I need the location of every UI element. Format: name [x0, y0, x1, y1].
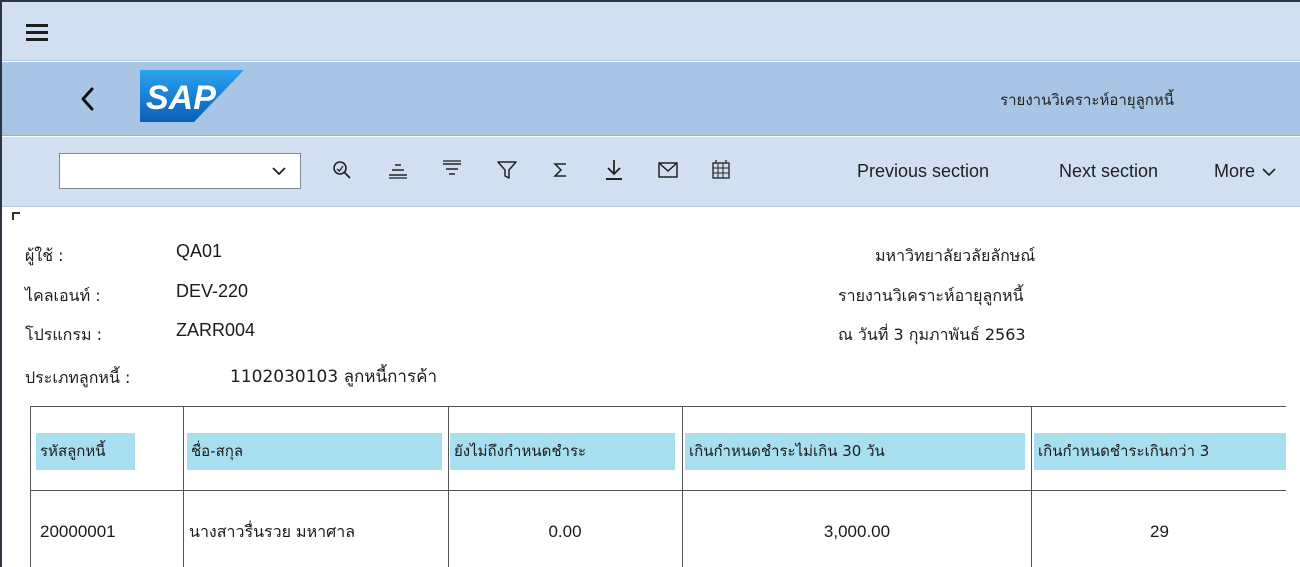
report-date: ณ วันที่ 3 กุมภาพันธ์ 2563: [838, 325, 1026, 344]
table-cell-debtor-code: 20000001: [40, 512, 178, 552]
menu-bar: [2, 2, 1300, 61]
debtor-type-label: ประเภทลูกหนี้ :: [25, 368, 131, 387]
table-cell-overdue-over: 29: [1033, 512, 1286, 552]
logo-text: SAP: [146, 79, 216, 117]
sort-descending-icon[interactable]: [440, 157, 464, 183]
user-value: QA01: [176, 241, 223, 261]
find-icon[interactable]: [330, 157, 354, 183]
filter-icon[interactable]: [495, 157, 519, 183]
column-header-debtor-code[interactable]: รหัสลูกหนี้: [36, 433, 135, 470]
program-label: โปรแกรม :: [25, 325, 102, 344]
report-title: รายงานวิเคราะห์อายุลูกหนี้: [838, 286, 1024, 305]
client-label: ไคลเอนท์ :: [25, 286, 101, 305]
organization-name: มหาวิทยาลัยวลัยลักษณ์: [875, 246, 1036, 265]
more-button[interactable]: More: [1214, 161, 1276, 182]
user-label: ผู้ใช้ :: [25, 246, 64, 265]
corner-mark: [12, 212, 20, 220]
program-value: ZARR004: [176, 320, 256, 340]
column-divider: [682, 406, 683, 567]
sap-logo: SAP: [140, 70, 244, 122]
hamburger-menu-icon[interactable]: [26, 24, 48, 42]
download-icon[interactable]: [602, 157, 626, 183]
application-toolbar: Previous section Next section More: [2, 137, 1300, 207]
column-divider: [448, 406, 449, 567]
page-title: รายงานวิเคราะห์อายุลูกหนี้: [1000, 91, 1174, 109]
table-top-border: [30, 406, 1286, 407]
chevron-down-icon: [1262, 168, 1276, 177]
column-divider: [1031, 406, 1032, 567]
column-divider: [30, 406, 31, 567]
mail-icon[interactable]: [656, 157, 680, 183]
column-header-overdue-30[interactable]: เกินกำหนดชำระไม่เกิน 30 วัน: [685, 433, 1025, 470]
sort-ascending-icon[interactable]: [386, 157, 410, 183]
column-header-not-due[interactable]: ยังไม่ถึงกำหนดชำระ: [450, 433, 675, 470]
title-bar: SAP รายงานวิเคราะห์อายุลูกหนี้: [2, 62, 1300, 136]
layout-select[interactable]: [59, 153, 301, 189]
client-value: DEV-220: [176, 281, 249, 301]
next-section-button[interactable]: Next section: [1059, 161, 1158, 182]
column-divider: [183, 406, 184, 567]
debtor-type-value: 1102030103 ลูกหนี้การค้า: [230, 367, 437, 387]
more-label: More: [1214, 161, 1256, 181]
table-cell-overdue-30: 3,000.00: [684, 512, 1030, 552]
column-header-overdue-over[interactable]: เกินกำหนดชำระเกินกว่า 3: [1034, 433, 1286, 470]
table-cell-name: นางสาวรื่นรวย มหาศาล: [189, 512, 444, 552]
column-header-name[interactable]: ชื่อ-สกุล: [187, 433, 442, 470]
table-cell-not-due: 0.00: [450, 512, 680, 552]
report-content: ผู้ใช้ : QA01 ไคลเอนท์ : DEV-220 โปรแกรม…: [2, 208, 1300, 567]
sum-icon[interactable]: [548, 157, 572, 183]
header-row-divider: [30, 490, 1286, 491]
previous-section-button[interactable]: Previous section: [857, 161, 989, 182]
spreadsheet-icon[interactable]: [709, 157, 733, 183]
chevron-down-icon: [272, 167, 286, 176]
back-icon[interactable]: [76, 84, 100, 114]
